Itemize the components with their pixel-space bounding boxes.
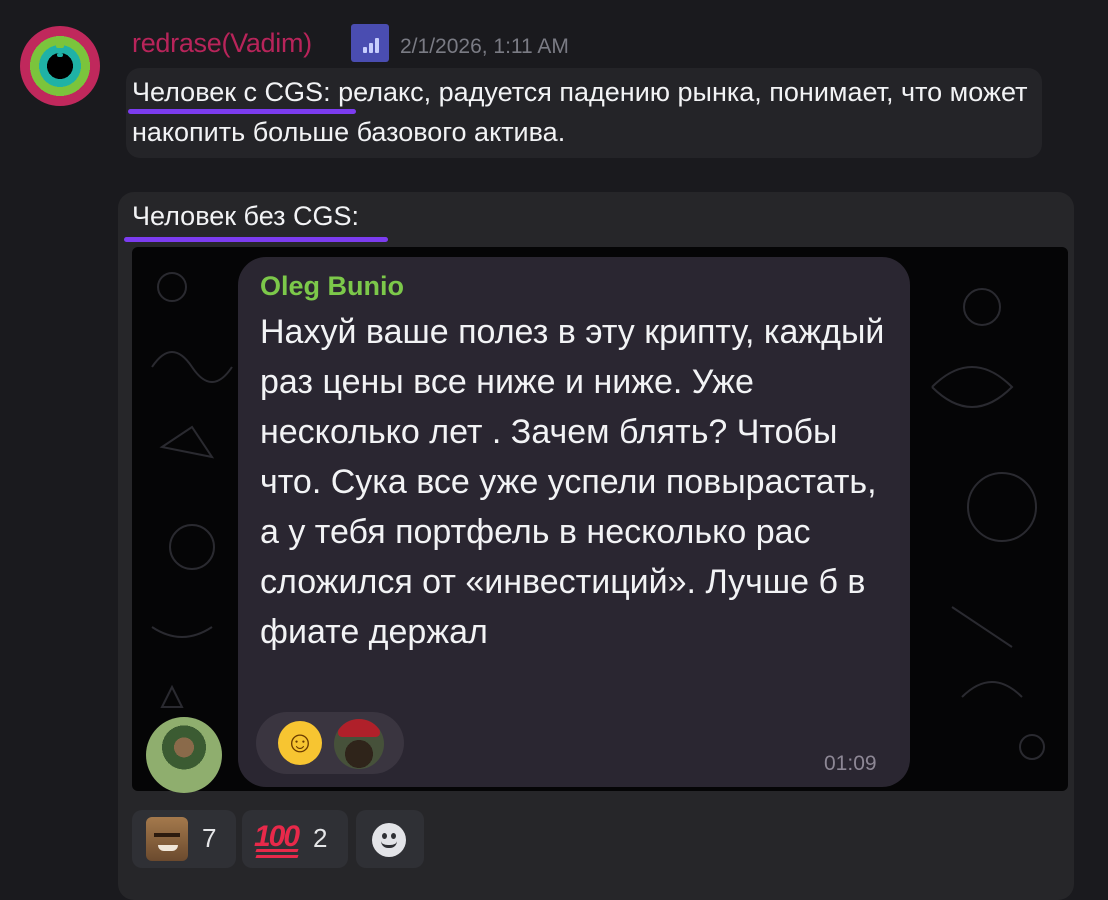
avatar-detail <box>56 43 64 48</box>
smile-icon <box>372 823 406 857</box>
embed-caption: Человек без CGS: <box>132 201 360 231</box>
face-emoji-icon <box>146 817 188 861</box>
annotation-underline <box>128 109 356 114</box>
author-name[interactable]: redrase(Vadim) <box>132 28 312 59</box>
icon-detail <box>154 833 180 837</box>
telegram-message-time: 01:09 <box>824 752 877 775</box>
laughing-rolling-icon: ☺ <box>278 721 322 765</box>
message-timestamp: 2/1/2026, 1:11 AM <box>400 35 569 58</box>
reaction-count: 7 <box>202 823 217 853</box>
avatar-detail <box>338 719 380 737</box>
sender-name: Oleg Bunio <box>260 271 404 301</box>
annotation-underline <box>124 237 388 242</box>
avatar-detail <box>57 53 63 57</box>
user-avatar[interactable] <box>20 26 100 106</box>
signal-bars-icon[interactable] <box>351 24 389 62</box>
sender-avatar <box>146 717 222 793</box>
reaction-user-avatar <box>334 719 384 769</box>
icon-detail <box>158 845 178 851</box>
reaction-count: 2 <box>313 823 328 853</box>
telegram-message-text: Нахуй ваше полез в эту крипту, каждый ра… <box>260 313 885 651</box>
hundred-points-icon: 100 <box>254 817 300 858</box>
